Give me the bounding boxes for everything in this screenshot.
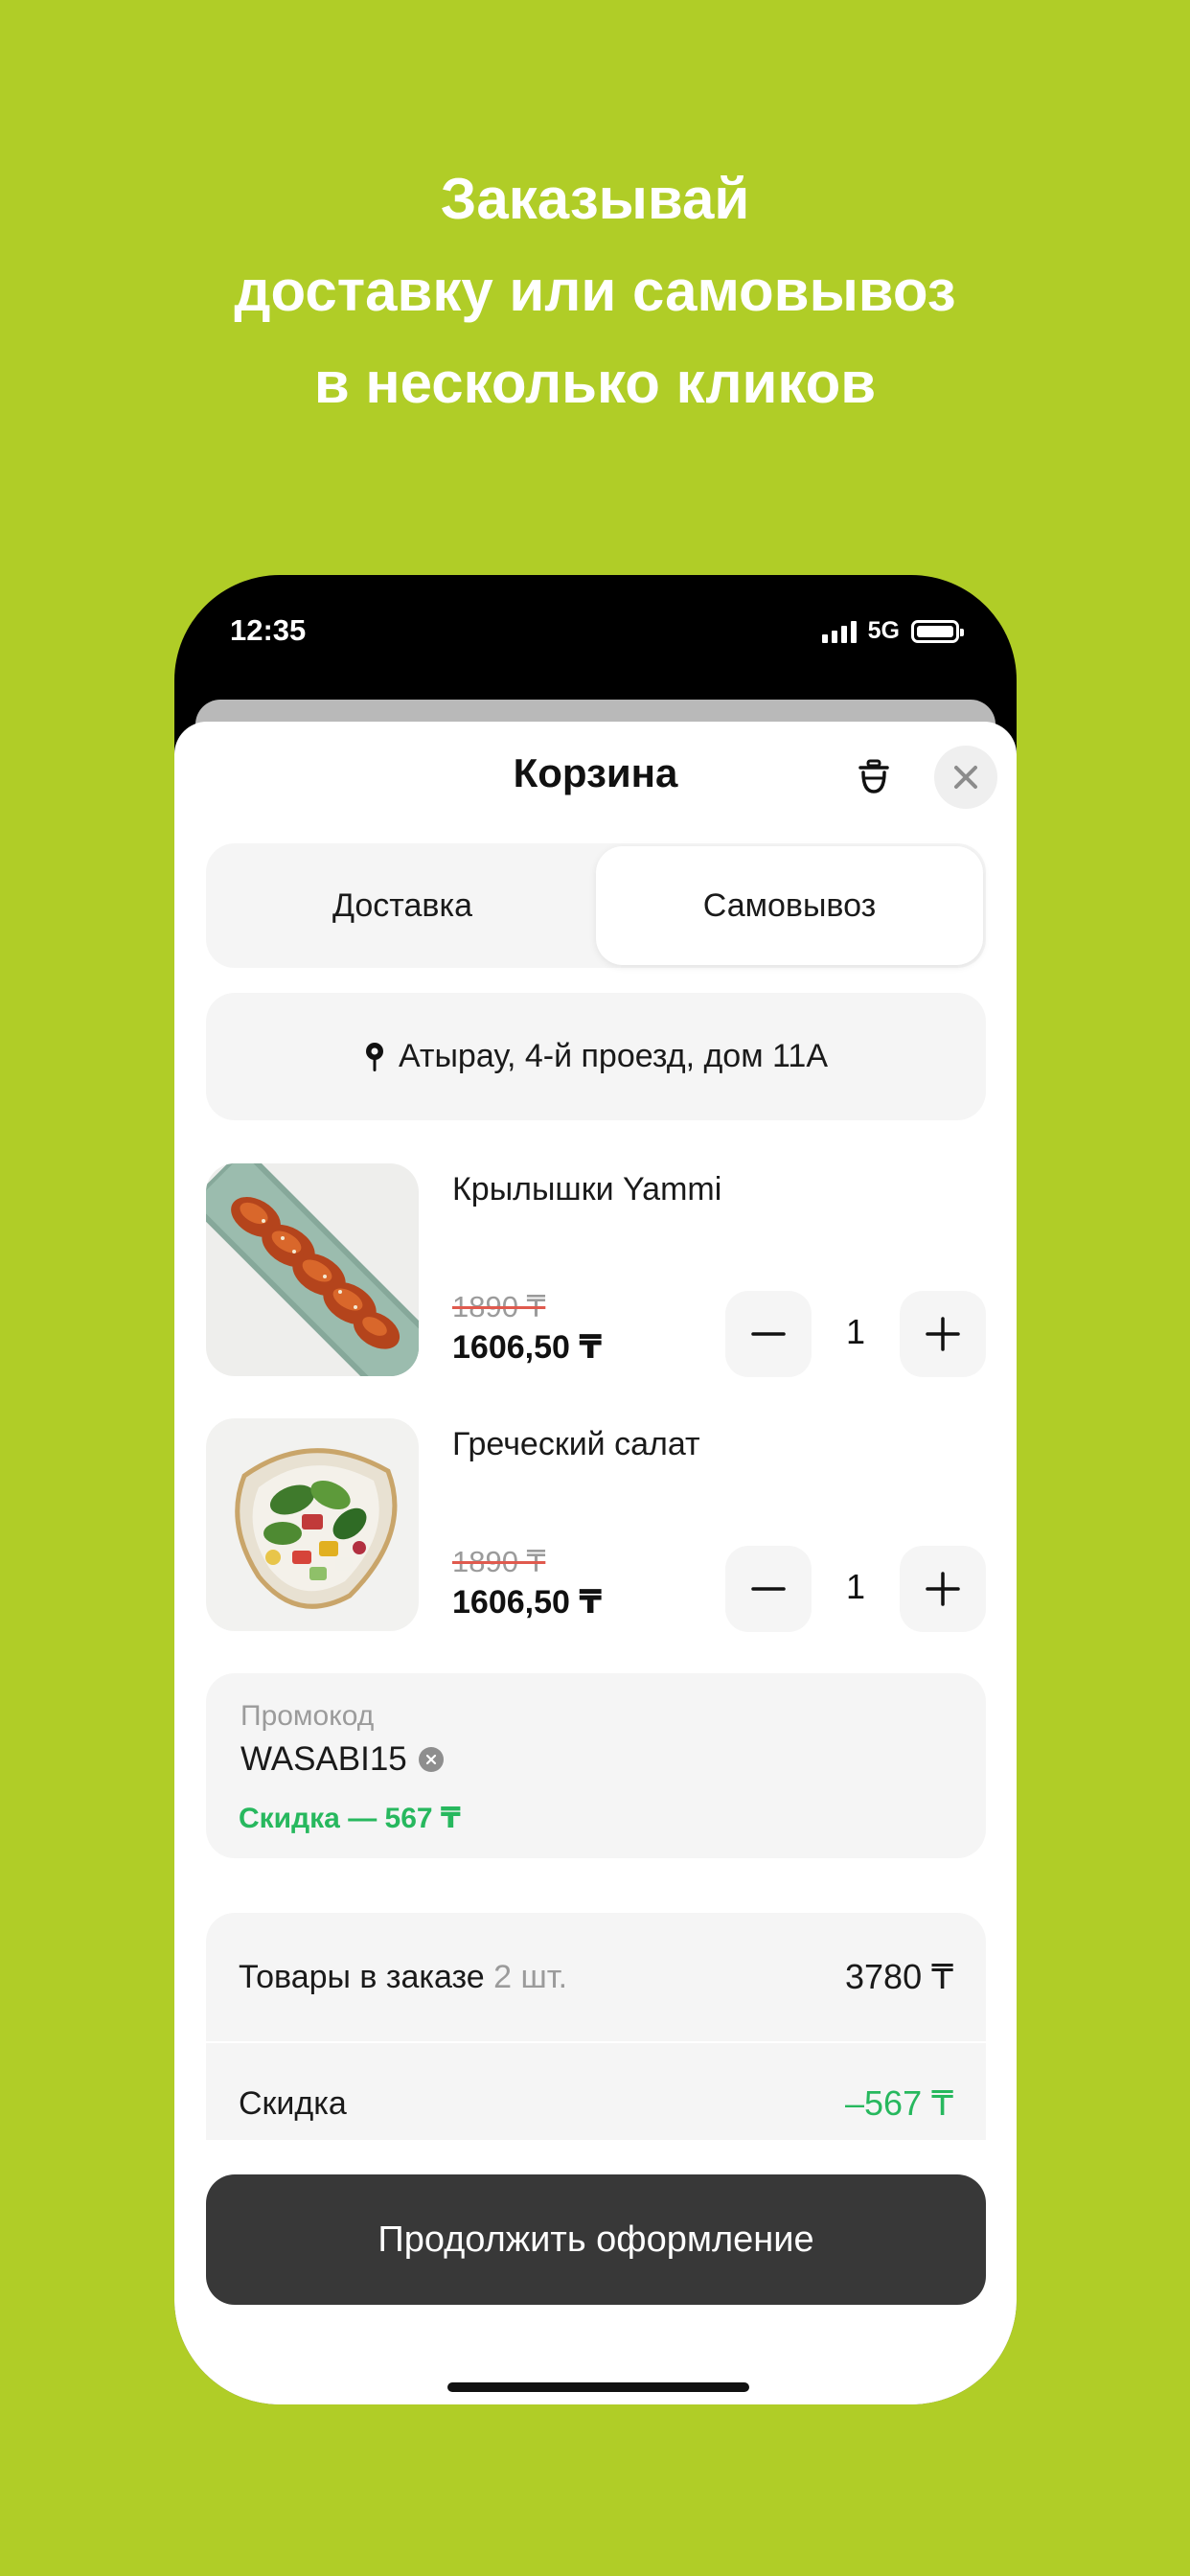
- promo-code-field[interactable]: Промокод WASABI15 Скидка — 567 ₸: [206, 1673, 986, 1858]
- items-total: 3780 ₸: [845, 1957, 953, 1996]
- headline-line-3: в несколько кликов: [313, 351, 877, 415]
- summary-items-label: Товары в заказе 2 шт.: [239, 1959, 567, 1996]
- promo-discount: Скидка — 567 ₸: [239, 1803, 461, 1834]
- promo-label: Промокод: [240, 1700, 375, 1732]
- network-label: 5G: [867, 617, 900, 644]
- summary-items-row: Товары в заказе 2 шт. 3780 ₸: [206, 1913, 986, 2041]
- clear-promo-icon[interactable]: [418, 1747, 444, 1772]
- promo-code: WASABI15: [240, 1740, 444, 1779]
- signal-icon: [821, 620, 857, 643]
- items-count: 2 шт.: [493, 1959, 568, 1995]
- headline-line-2: доставку или самовывоз: [234, 259, 956, 323]
- sheet-overlay: Промокод WASABI15 Скидка — 567 ₸ Товары …: [174, 722, 1017, 2404]
- status-bar: 12:35 5G: [174, 575, 1017, 690]
- discount-value: –567 ₸: [845, 2083, 953, 2123]
- continue-checkout-button[interactable]: Продолжить оформление: [206, 2174, 986, 2305]
- discount-label: Скидка: [239, 2085, 347, 2122]
- battery-icon: [911, 619, 964, 643]
- items-label: Товары в заказе: [239, 1959, 485, 1995]
- order-summary: Товары в заказе 2 шт. 3780 ₸ Скидка –567…: [206, 1913, 986, 2172]
- headline: Заказывай доставку или самовывоз в неско…: [0, 153, 1190, 429]
- promo-code-value: WASABI15: [240, 1740, 407, 1778]
- status-time: 12:35: [230, 613, 307, 647]
- home-indicator[interactable]: [447, 2382, 749, 2392]
- status-indicators: 5G: [821, 617, 964, 645]
- headline-line-1: Заказывай: [440, 167, 750, 231]
